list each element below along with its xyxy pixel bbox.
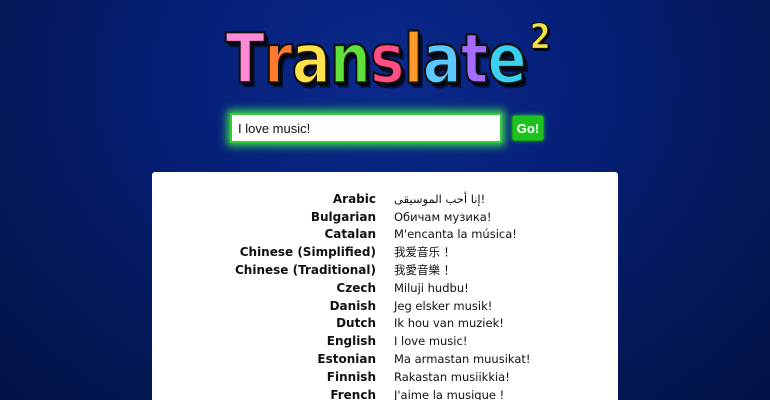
language-name: Dutch bbox=[336, 316, 376, 331]
translation-row: Bulgarian Обичам музика! bbox=[152, 208, 618, 226]
logo-wordmark: Translate bbox=[224, 18, 527, 101]
translation-text: Jeg elsker musik! bbox=[394, 298, 493, 313]
translation-text: Ik hou van muziek! bbox=[394, 316, 504, 331]
translation-row: Finnish Rakastan musiikkia! bbox=[152, 368, 618, 386]
search-bar: Go! bbox=[230, 113, 544, 143]
logo-letter: n bbox=[329, 18, 372, 101]
translation-text: M'encanta la música! bbox=[394, 227, 517, 242]
language-name: Bulgarian bbox=[310, 209, 376, 224]
app-logo: Translate 2 bbox=[0, 17, 770, 104]
language-name: Chinese (Traditional) bbox=[234, 263, 376, 278]
logo-letter: s bbox=[369, 18, 405, 101]
logo-letter: T bbox=[224, 18, 266, 101]
language-name: Danish bbox=[329, 298, 376, 313]
logo-superscript: 2 bbox=[529, 17, 551, 58]
translations-list: Arabic إنا أحب الموسيقى! Bulgarian Обичам м… bbox=[152, 190, 618, 400]
translation-row: Chinese (Traditional) 我愛音樂 ！ bbox=[152, 261, 618, 279]
translation-text: Rakastan musiikkia! bbox=[394, 369, 510, 384]
logo-letter: l bbox=[403, 18, 425, 101]
language-name: Catalan bbox=[324, 227, 377, 242]
translation-text: إنا أحب الموسيقى! bbox=[394, 191, 486, 206]
logo-letter: e bbox=[486, 18, 527, 101]
translation-row: Chinese (Simplified) 我爱音乐 ！ bbox=[152, 243, 618, 261]
translations-panel: Arabic إنا أحب الموسيقى! Bulgarian Обичам м… bbox=[152, 172, 618, 400]
go-button[interactable]: Go! bbox=[512, 115, 544, 141]
translation-text: Miluji hudbu! bbox=[394, 280, 469, 295]
search-input[interactable] bbox=[230, 113, 502, 143]
translation-row: Estonian Ma armastan muusikat! bbox=[152, 350, 618, 368]
logo-letter: a bbox=[421, 18, 462, 101]
translation-row: Catalan M'encanta la música! bbox=[152, 226, 618, 244]
logo-letter: r bbox=[263, 18, 294, 101]
language-name: Finnish bbox=[326, 369, 376, 384]
translation-text: J'aime la musique ! bbox=[394, 387, 505, 400]
language-name: English bbox=[326, 334, 376, 349]
translation-text: Обичам музика! bbox=[394, 209, 492, 224]
translation-row: Danish Jeg elsker musik! bbox=[152, 297, 618, 315]
translation-row: Dutch Ik hou van muziek! bbox=[152, 315, 618, 333]
translation-text: I love music! bbox=[394, 334, 468, 349]
translation-row: Czech Miluji hudbu! bbox=[152, 279, 618, 297]
language-name: Arabic bbox=[332, 191, 376, 206]
translation-row: English I love music! bbox=[152, 332, 618, 350]
translation-text: 我爱音乐 ！ bbox=[394, 245, 456, 260]
translation-text: 我愛音樂 ！ bbox=[394, 263, 456, 278]
translation-text: Ma armastan muusikat! bbox=[394, 352, 531, 367]
translation-row: Arabic إنا أحب الموسيقى! bbox=[152, 190, 618, 208]
translation-row: French J'aime la musique ! bbox=[152, 386, 618, 400]
logo-letter: t bbox=[460, 18, 490, 101]
logo-letter: a bbox=[291, 18, 332, 101]
language-name: French bbox=[330, 387, 376, 400]
language-name: Chinese (Simplified) bbox=[239, 245, 376, 260]
language-name: Czech bbox=[336, 280, 376, 295]
language-name: Estonian bbox=[317, 352, 376, 367]
